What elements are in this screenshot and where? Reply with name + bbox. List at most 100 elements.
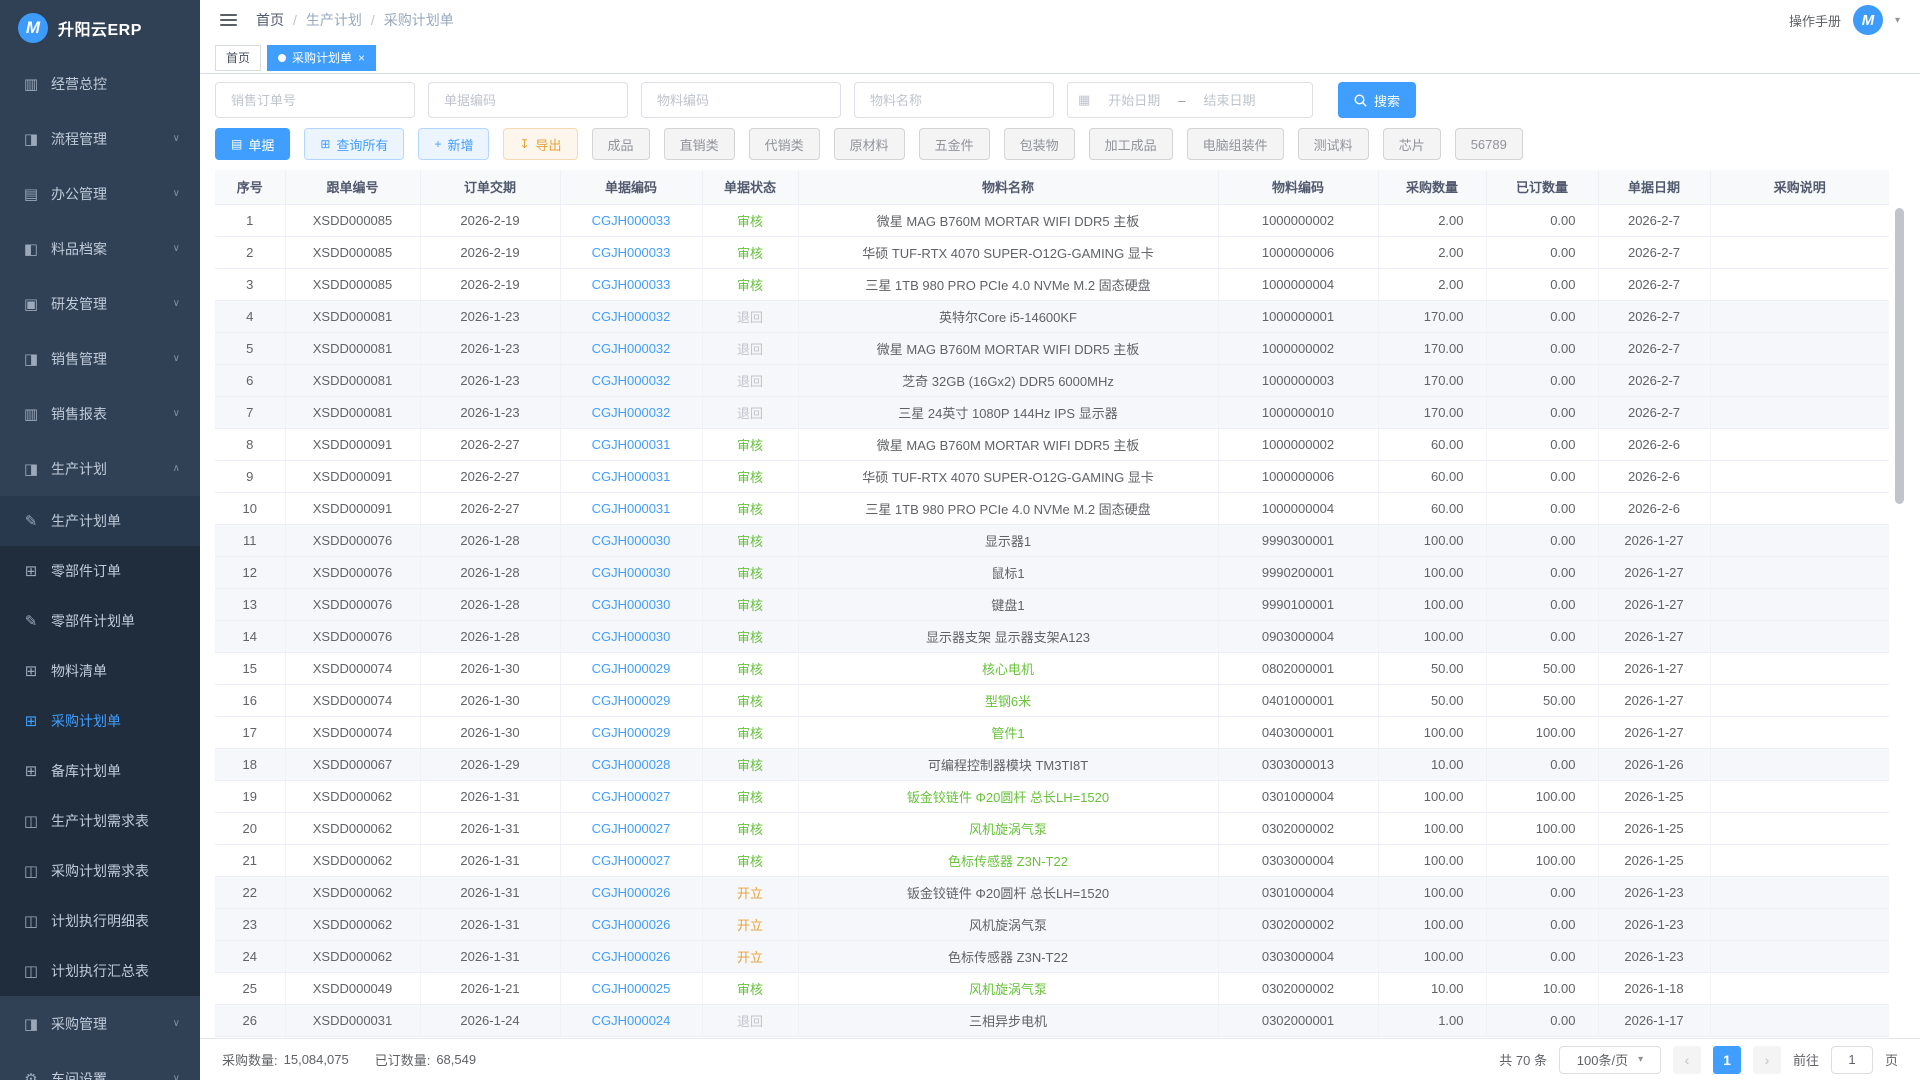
table-row[interactable]: 17 XSDD000074 2026-1-30 CGJH000029 审核 管件… — [215, 716, 1889, 748]
category-button[interactable]: 芯片 — [1383, 128, 1441, 160]
material-code-input[interactable] — [641, 82, 841, 118]
sidebar-menu-item[interactable]: ⚙ 车间设置 — [0, 1051, 200, 1080]
table-row[interactable]: 3 XSDD000085 2026-2-19 CGJH000033 审核 三星 … — [215, 268, 1889, 300]
table-row[interactable]: 26 XSDD000031 2026-1-24 CGJH000024 退回 三相… — [215, 1004, 1889, 1036]
table-row[interactable]: 10 XSDD000091 2026-2-27 CGJH000031 审核 三星… — [215, 492, 1889, 524]
doc-code-link[interactable]: CGJH000031 — [560, 428, 702, 460]
caret-down-icon[interactable] — [1895, 15, 1900, 26]
tab-purchase-plan[interactable]: 采购计划单 — [267, 45, 376, 71]
table-row[interactable]: 8 XSDD000091 2026-2-27 CGJH000031 审核 微星 … — [215, 428, 1889, 460]
close-icon[interactable] — [358, 52, 365, 64]
doc-code-link[interactable]: CGJH000030 — [560, 588, 702, 620]
doc-code-link[interactable]: CGJH000024 — [560, 1004, 702, 1036]
table-row[interactable]: 18 XSDD000067 2026-1-29 CGJH000028 审核 可编… — [215, 748, 1889, 780]
sidebar-menu-item[interactable]: ◨ 生产计划 — [0, 441, 200, 496]
sidebar-menu-item[interactable]: ▣ 研发管理 — [0, 276, 200, 331]
table-row[interactable]: 13 XSDD000076 2026-1-28 CGJH000030 审核 键盘… — [215, 588, 1889, 620]
doc-code-link[interactable]: CGJH000032 — [560, 396, 702, 428]
sidebar-submenu-item[interactable]: ◫ 采购计划需求表 — [0, 846, 200, 896]
tab-home[interactable]: 首页 — [215, 45, 261, 71]
category-button[interactable]: 成品 — [592, 128, 650, 160]
material-name-input[interactable] — [854, 82, 1054, 118]
table-row[interactable]: 22 XSDD000062 2026-1-31 CGJH000026 开立 钣金… — [215, 876, 1889, 908]
sidebar-submenu-item[interactable]: ◫ 计划执行汇总表 — [0, 946, 200, 996]
doc-code-link[interactable]: CGJH000032 — [560, 364, 702, 396]
sidebar-submenu-item[interactable]: ◫ 生产计划需求表 — [0, 796, 200, 846]
table-row[interactable]: 23 XSDD000062 2026-1-31 CGJH000026 开立 风机… — [215, 908, 1889, 940]
doc-code-link[interactable]: CGJH000027 — [560, 844, 702, 876]
table-row[interactable]: 6 XSDD000081 2026-1-23 CGJH000032 退回 芝奇 … — [215, 364, 1889, 396]
table-row[interactable]: 5 XSDD000081 2026-1-23 CGJH000032 退回 微星 … — [215, 332, 1889, 364]
category-button[interactable]: 测试料 — [1298, 128, 1369, 160]
toolbar-button[interactable]: ▤ 单据 — [215, 128, 290, 160]
sidebar-menu-item[interactable]: ▥ 销售报表 — [0, 386, 200, 441]
table-row[interactable]: 4 XSDD000081 2026-1-23 CGJH000032 退回 英特尔… — [215, 300, 1889, 332]
sidebar-submenu-item[interactable]: ✎ 生产计划单 — [0, 496, 200, 546]
doc-code-link[interactable]: CGJH000025 — [560, 972, 702, 1004]
category-button[interactable]: 包装物 — [1004, 128, 1075, 160]
doc-code-link[interactable]: CGJH000027 — [560, 812, 702, 844]
doc-code-link[interactable]: CGJH000032 — [560, 332, 702, 364]
table-row[interactable]: 12 XSDD000076 2026-1-28 CGJH000030 审核 鼠标… — [215, 556, 1889, 588]
table-row[interactable]: 2 XSDD000085 2026-2-19 CGJH000033 审核 华硕 … — [215, 236, 1889, 268]
table-row[interactable]: 24 XSDD000062 2026-1-31 CGJH000026 开立 色标… — [215, 940, 1889, 972]
sidebar-menu-item[interactable]: ◨ 流程管理 — [0, 111, 200, 166]
doc-code-link[interactable]: CGJH000031 — [560, 492, 702, 524]
sidebar-submenu-item[interactable]: ✎ 零部件计划单 — [0, 596, 200, 646]
category-button[interactable]: 电脑组装件 — [1187, 128, 1284, 160]
table-row[interactable]: 1 XSDD000085 2026-2-19 CGJH000033 审核 微星 … — [215, 204, 1889, 236]
table-row[interactable]: 14 XSDD000076 2026-1-28 CGJH000030 审核 显示… — [215, 620, 1889, 652]
page-size-select[interactable]: 100条/页 — [1559, 1046, 1661, 1074]
sidebar-menu-item[interactable]: ◨ 采购管理 — [0, 996, 200, 1051]
table-row[interactable]: 11 XSDD000076 2026-1-28 CGJH000030 审核 显示… — [215, 524, 1889, 556]
avatar[interactable]: M — [1853, 5, 1883, 35]
doc-code-link[interactable]: CGJH000029 — [560, 716, 702, 748]
category-button[interactable]: 五金件 — [919, 128, 990, 160]
breadcrumb-home[interactable]: 首页 — [256, 10, 284, 30]
collapse-sidebar-icon[interactable] — [220, 11, 238, 29]
toolbar-button[interactable]: ⊞ 查询所有 — [304, 128, 404, 160]
date-range-picker[interactable]: ▦ – — [1067, 82, 1313, 118]
table-row[interactable]: 21 XSDD000062 2026-1-31 CGJH000027 审核 色标… — [215, 844, 1889, 876]
doc-code-link[interactable]: CGJH000032 — [560, 300, 702, 332]
prev-page-button[interactable] — [1673, 1046, 1701, 1074]
doc-code-link[interactable]: CGJH000029 — [560, 652, 702, 684]
sidebar-submenu-item[interactable]: ◫ 计划执行明细表 — [0, 896, 200, 946]
table-row[interactable]: 16 XSDD000074 2026-1-30 CGJH000029 审核 型钢… — [215, 684, 1889, 716]
doc-code-link[interactable]: CGJH000026 — [560, 940, 702, 972]
sidebar-submenu-item[interactable]: ⊞ 采购计划单 — [0, 696, 200, 746]
doc-code-link[interactable]: CGJH000030 — [560, 524, 702, 556]
doc-code-link[interactable]: CGJH000030 — [560, 620, 702, 652]
doc-code-link[interactable]: CGJH000033 — [560, 268, 702, 300]
end-date-input[interactable] — [1190, 93, 1270, 108]
sidebar-menu-item[interactable]: ◧ 料品档案 — [0, 221, 200, 276]
sidebar-menu-item[interactable]: ◨ 销售管理 — [0, 331, 200, 386]
table-row[interactable]: 20 XSDD000062 2026-1-31 CGJH000027 审核 风机… — [215, 812, 1889, 844]
doc-code-link[interactable]: CGJH000026 — [560, 908, 702, 940]
category-button[interactable]: 56789 — [1455, 128, 1523, 160]
toolbar-button[interactable]: ↧ 导出 — [503, 128, 577, 160]
sidebar-submenu-item[interactable]: ⊞ 备库计划单 — [0, 746, 200, 796]
doc-code-link[interactable]: CGJH000031 — [560, 460, 702, 492]
sidebar-menu-item[interactable]: ▥ 经营总控 — [0, 56, 200, 111]
sales-order-input[interactable] — [215, 82, 415, 118]
table-row[interactable]: 7 XSDD000081 2026-1-23 CGJH000032 退回 三星 … — [215, 396, 1889, 428]
category-button[interactable]: 代销类 — [749, 128, 820, 160]
next-page-button[interactable] — [1753, 1046, 1781, 1074]
doc-code-link[interactable]: CGJH000030 — [560, 556, 702, 588]
sidebar-submenu-item[interactable]: ⊞ 零部件订单 — [0, 546, 200, 596]
start-date-input[interactable] — [1094, 93, 1174, 108]
sidebar-submenu-item[interactable]: ⊞ 物料清单 — [0, 646, 200, 696]
table-row[interactable]: 19 XSDD000062 2026-1-31 CGJH000027 审核 钣金… — [215, 780, 1889, 812]
breadcrumb-production-plan[interactable]: 生产计划 — [306, 10, 362, 30]
doc-code-link[interactable]: CGJH000029 — [560, 684, 702, 716]
search-button[interactable]: 搜索 — [1338, 82, 1416, 118]
category-button[interactable]: 加工成品 — [1089, 128, 1173, 160]
doc-code-link[interactable]: CGJH000028 — [560, 748, 702, 780]
goto-page-input[interactable] — [1831, 1046, 1873, 1074]
doc-code-link[interactable]: CGJH000027 — [560, 780, 702, 812]
table-scrollbar[interactable] — [1895, 208, 1904, 504]
category-button[interactable]: 直销类 — [664, 128, 735, 160]
sidebar-menu-item[interactable]: ▤ 办公管理 — [0, 166, 200, 221]
page-1-button[interactable]: 1 — [1713, 1046, 1741, 1074]
